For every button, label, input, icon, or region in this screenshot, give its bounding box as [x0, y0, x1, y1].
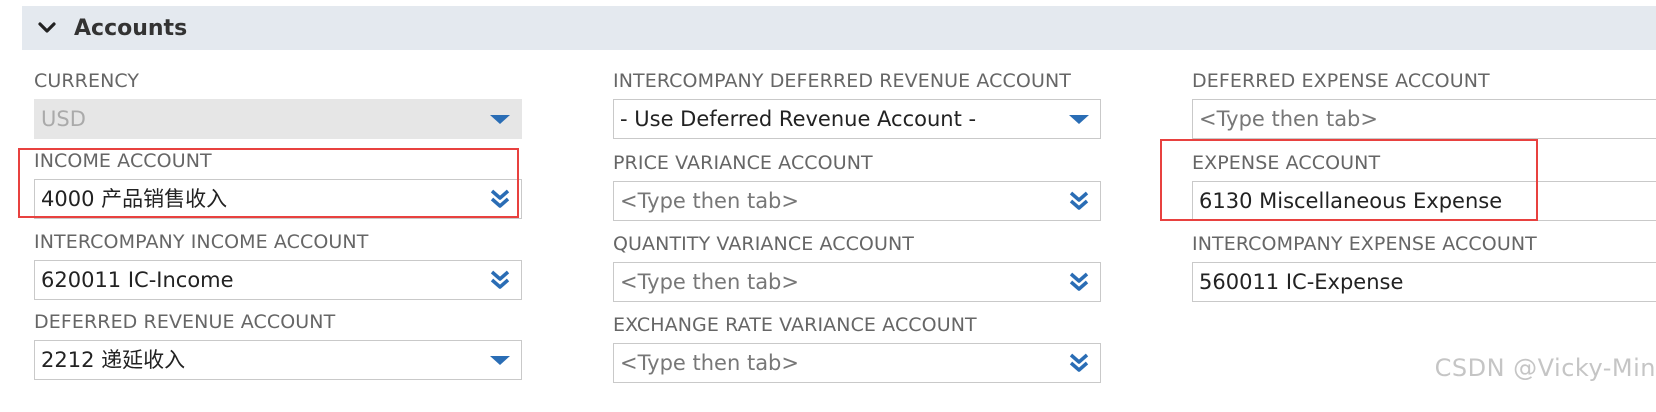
intercompany-deferred-revenue-account-select[interactable]: - Use Deferred Revenue Account -: [613, 99, 1101, 139]
deferred-revenue-account-select[interactable]: 2212 递延收入: [34, 340, 522, 380]
exchange-rate-variance-account-placeholder: <Type then tab>: [620, 351, 799, 375]
caret-down-icon[interactable]: [1068, 108, 1090, 130]
deferred-revenue-account-field: DEFERRED REVENUE ACCOUNT 2212 递延收入: [34, 310, 524, 380]
double-chevron-down-icon[interactable]: [1068, 352, 1090, 374]
deferred-expense-account-input[interactable]: <Type then tab>: [1192, 99, 1656, 139]
price-variance-account-placeholder: <Type then tab>: [620, 189, 799, 213]
intercompany-income-account-value: 620011 IC-Income: [41, 268, 234, 292]
accounts-section-header[interactable]: Accounts: [22, 6, 1656, 50]
currency-field: CURRENCY USD: [34, 69, 524, 139]
intercompany-expense-account-field: INTERCOMPANY EXPENSE ACCOUNT 560011 IC-E…: [1192, 232, 1656, 302]
accounts-page: Accounts CURRENCY USD INCOME ACCOUNT 400…: [0, 0, 1656, 412]
deferred-revenue-account-label: DEFERRED REVENUE ACCOUNT: [34, 311, 336, 333]
deferred-expense-account-placeholder: <Type then tab>: [1199, 107, 1378, 131]
price-variance-account-field: PRICE VARIANCE ACCOUNT <Type then tab>: [613, 151, 1103, 221]
deferred-revenue-account-value: 2212 递延收入: [41, 348, 186, 372]
intercompany-income-account-label: INTERCOMPANY INCOME ACCOUNT: [34, 231, 369, 253]
exchange-rate-variance-account-input[interactable]: <Type then tab>: [613, 343, 1101, 383]
caret-down-icon[interactable]: [489, 349, 511, 371]
section-title: Accounts: [74, 15, 188, 41]
income-account-highlight: [18, 148, 519, 218]
double-chevron-down-icon[interactable]: [489, 269, 511, 291]
quantity-variance-account-field: QUANTITY VARIANCE ACCOUNT <Type then tab…: [613, 232, 1103, 302]
quantity-variance-account-input[interactable]: <Type then tab>: [613, 262, 1101, 302]
currency-label: CURRENCY: [34, 70, 140, 92]
price-variance-account-input[interactable]: <Type then tab>: [613, 181, 1101, 221]
double-chevron-down-icon[interactable]: [1068, 190, 1090, 212]
double-chevron-down-icon[interactable]: [1068, 271, 1090, 293]
currency-select[interactable]: USD: [34, 99, 522, 139]
intercompany-expense-account-input[interactable]: 560011 IC-Expense: [1192, 262, 1656, 302]
intercompany-expense-account-label: INTERCOMPANY EXPENSE ACCOUNT: [1192, 233, 1537, 255]
intercompany-deferred-revenue-account-field: INTERCOMPANY DEFERRED REVENUE ACCOUNT - …: [613, 69, 1103, 139]
intercompany-income-account-field: INTERCOMPANY INCOME ACCOUNT 620011 IC-In…: [34, 230, 524, 300]
caret-down-icon[interactable]: [489, 108, 511, 130]
intercompany-deferred-revenue-account-label: INTERCOMPANY DEFERRED REVENUE ACCOUNT: [613, 70, 1071, 92]
exchange-rate-variance-account-field: EXCHANGE RATE VARIANCE ACCOUNT <Type the…: [613, 313, 1103, 383]
quantity-variance-account-placeholder: <Type then tab>: [620, 270, 799, 294]
watermark-text: CSDN @Vicky-Min: [1434, 354, 1656, 382]
intercompany-income-account-input[interactable]: 620011 IC-Income: [34, 260, 522, 300]
deferred-expense-account-label: DEFERRED EXPENSE ACCOUNT: [1192, 70, 1490, 92]
quantity-variance-account-label: QUANTITY VARIANCE ACCOUNT: [613, 233, 915, 255]
currency-value: USD: [41, 107, 86, 131]
deferred-expense-account-field: DEFERRED EXPENSE ACCOUNT <Type then tab>: [1192, 69, 1656, 139]
intercompany-expense-account-value: 560011 IC-Expense: [1199, 270, 1404, 294]
chevron-down-icon[interactable]: [36, 17, 58, 39]
expense-account-highlight: [1160, 139, 1538, 221]
exchange-rate-variance-account-label: EXCHANGE RATE VARIANCE ACCOUNT: [613, 314, 977, 336]
intercompany-deferred-revenue-account-value: - Use Deferred Revenue Account -: [620, 107, 977, 131]
price-variance-account-label: PRICE VARIANCE ACCOUNT: [613, 152, 873, 174]
